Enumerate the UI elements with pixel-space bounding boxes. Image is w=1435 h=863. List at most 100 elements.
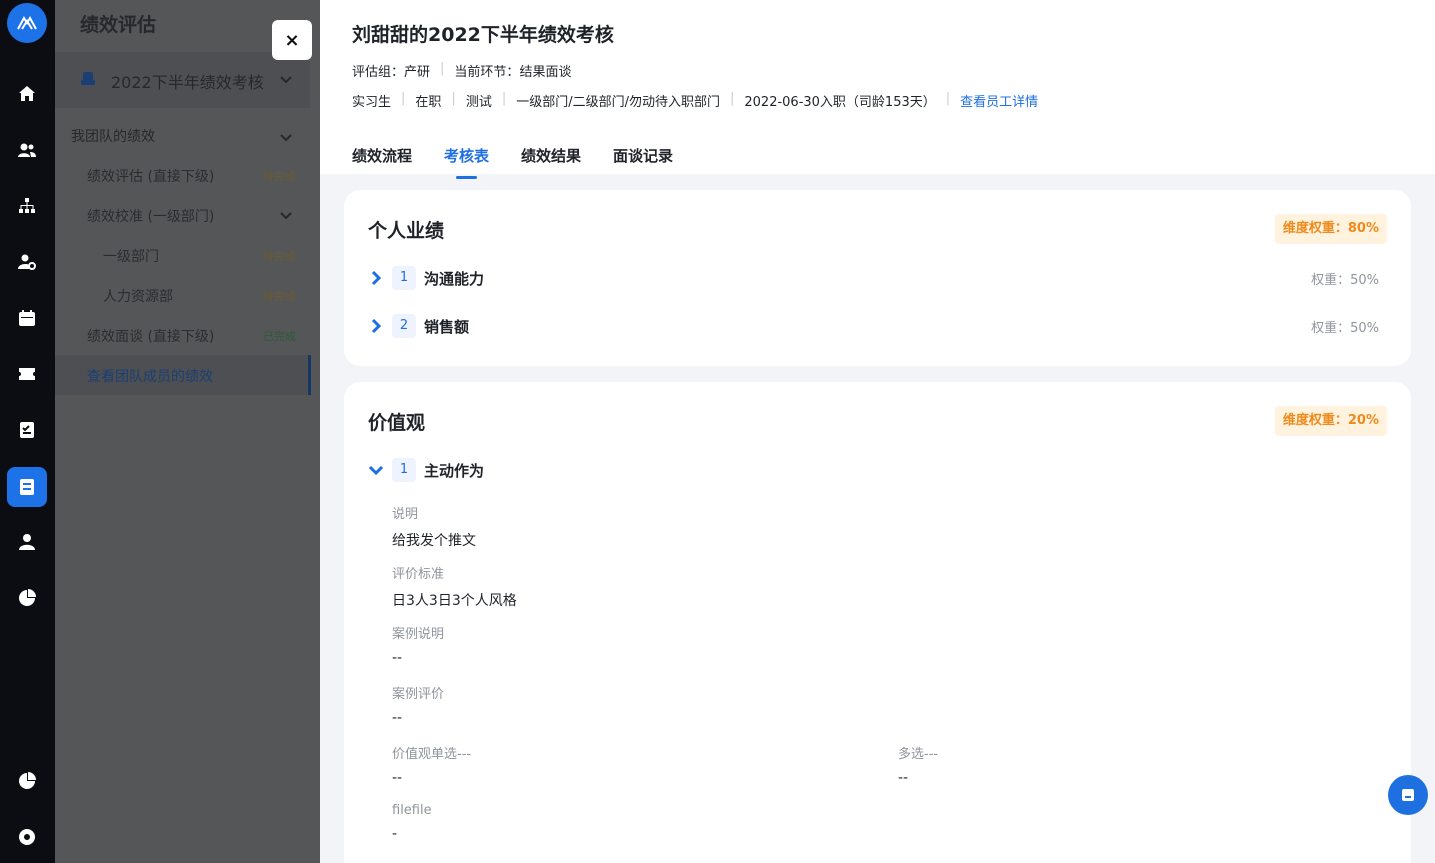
ticket-icon[interactable] <box>7 354 47 394</box>
plan-icon <box>81 72 95 85</box>
divider: | <box>401 91 406 106</box>
sidebar-item-label: 查看团队成员的绩效 <box>87 369 213 385</box>
app-rail <box>0 0 55 863</box>
field-description: 说明 给我发个推文 <box>392 503 476 550</box>
chat-button[interactable] <box>1388 775 1428 815</box>
user-settings-icon[interactable] <box>7 242 47 282</box>
tab-interview-records[interactable]: 面谈记录 <box>613 145 673 166</box>
employee-hire-date: 2022-06-30入职（司龄153天） <box>744 95 936 110</box>
chevron-down-icon[interactable] <box>368 462 384 478</box>
field-label: filefile <box>392 803 432 818</box>
field-label: 案例说明 <box>392 627 445 642</box>
field-label: 案例评价 <box>392 687 445 702</box>
plan-selector[interactable]: 2022下半年绩效考核 <box>55 52 310 108</box>
tab-assessment-form[interactable]: 考核表 <box>444 145 489 179</box>
divider: | <box>501 91 507 106</box>
field-value: 日3人3日3个人风格 <box>392 593 517 609</box>
performance-icon[interactable] <box>7 467 47 507</box>
chevron-right-icon[interactable] <box>368 270 384 286</box>
tab-results[interactable]: 绩效结果 <box>521 145 581 166</box>
tab-bar: 绩效流程 考核表 绩效结果 面谈记录 <box>352 145 705 179</box>
dimension-weight-badge: 维度权重：80% <box>1274 214 1387 244</box>
people-icon[interactable] <box>7 130 47 170</box>
group-label[interactable]: 我团队的绩效 <box>71 126 155 146</box>
selection-indicator <box>308 355 311 395</box>
indicator-row[interactable]: 2 销售额 权重：50% <box>368 314 1387 338</box>
divider: | <box>440 61 445 76</box>
side-nav-title: 绩效评估 <box>80 14 157 36</box>
field-case-evaluation: 案例评价 -- <box>392 683 444 726</box>
field-case-description: 案例说明 -- <box>392 623 444 666</box>
plan-name: 2022下半年绩效考核 <box>111 73 264 92</box>
pie-chart-icon[interactable] <box>7 578 47 618</box>
dimension-title: 价值观 <box>368 412 426 434</box>
panel-header: 刘甜甜的2022下半年绩效考核 评估组： 产研 | 当前环节： 结果面谈 实习生… <box>320 0 1435 179</box>
divider: | <box>945 91 951 106</box>
app-logo[interactable] <box>7 3 47 43</box>
sidebar-item-calibrate[interactable]: 绩效校准 (一级部门) <box>55 195 310 235</box>
sidebar-item-dept-1[interactable]: 一级部门 待完成 <box>55 235 310 275</box>
field-label: 价值观单选--- <box>392 747 472 762</box>
field-value: 给我发个推文 <box>392 533 476 549</box>
stage-label: 当前环节： <box>454 65 520 80</box>
values-dimension-card: 价值观 维度权重：20% 1 主动作为 说明 给我发个推文 评价标准 日3人3日… <box>344 382 1411 863</box>
settings-icon[interactable] <box>7 817 47 857</box>
close-button[interactable]: × <box>272 20 312 60</box>
field-label: 说明 <box>392 507 419 522</box>
dimension-title: 个人业绩 <box>368 220 445 242</box>
sidebar-item-label: 绩效面谈 (直接下级) <box>87 329 215 345</box>
home-icon[interactable] <box>7 74 47 114</box>
chevron-down-icon[interactable] <box>279 130 293 144</box>
indicator-name: 销售额 <box>424 318 470 336</box>
status-badge: 待完成 <box>263 290 296 303</box>
logo-icon <box>17 15 37 30</box>
view-employee-detail-link[interactable]: 查看员工详情 <box>960 91 1038 110</box>
page-title: 刘甜甜的2022下半年绩效考核 <box>352 24 614 46</box>
indicator-number: 1 <box>392 458 416 482</box>
field-value: -- <box>392 710 403 726</box>
chevron-down-icon <box>280 212 292 220</box>
sidebar-item-hr-dept[interactable]: 人力资源部 待完成 <box>55 275 310 315</box>
field-multi-choice: 多选--- -- <box>898 743 938 786</box>
field-label: 多选--- <box>898 747 939 762</box>
field-file: filefile - <box>392 803 432 842</box>
sidebar-item-label: 绩效校准 (一级部门) <box>87 209 215 225</box>
status-badge: 已完成 <box>263 330 296 343</box>
employee-department: 一级部门/二级部门/勿动待入职部门 <box>516 95 720 110</box>
field-value: - <box>392 826 398 842</box>
side-nav: 绩效评估 2022下半年绩效考核 我团队的绩效 绩效评估 (直接下级) 待完成 … <box>55 0 320 863</box>
employee-status: 在职 <box>415 95 442 110</box>
indicator-weight: 权重：50% <box>1311 273 1379 288</box>
indicator-weight: 权重：50% <box>1311 321 1379 336</box>
indicator-row[interactable]: 1 主动作为 <box>368 458 1387 482</box>
performance-dimension-card: 个人业绩 维度权重：80% 1 沟通能力 权重：50% 2 销售额 权重：50% <box>344 190 1411 366</box>
sidebar-item-label: 人力资源部 <box>103 289 173 305</box>
field-value: -- <box>392 650 403 666</box>
sidebar-item-label: 一级部门 <box>103 249 159 265</box>
employee-info: 实习生 | 在职 | 测试 | 一级部门/二级部门/勿动待入职部门 | 2022… <box>352 91 1038 110</box>
sidebar-item-interview[interactable]: 绩效面谈 (直接下级) 已完成 <box>55 315 310 355</box>
chat-icon <box>1402 789 1414 801</box>
chevron-right-icon[interactable] <box>368 318 384 334</box>
indicator-number: 1 <box>392 266 416 290</box>
stats-icon[interactable] <box>7 761 47 801</box>
indicator-number: 2 <box>392 314 416 338</box>
field-criteria: 评价标准 日3人3日3个人风格 <box>392 563 517 610</box>
org-chart-icon[interactable] <box>7 186 47 226</box>
indicator-row[interactable]: 1 沟通能力 权重：50% <box>368 266 1387 290</box>
divider: | <box>729 91 735 106</box>
sidebar-item-evaluate[interactable]: 绩效评估 (直接下级) 待完成 <box>55 155 310 195</box>
stage-value: 结果面谈 <box>519 65 572 80</box>
field-single-choice: 价值观单选--- -- <box>392 743 471 786</box>
group-label: 评估组： <box>352 65 405 80</box>
tab-process[interactable]: 绩效流程 <box>352 145 412 166</box>
sidebar-item-team-performance[interactable]: 查看团队成员的绩效 <box>55 355 310 395</box>
field-value: -- <box>898 770 909 786</box>
evaluation-meta: 评估组： 产研 | 当前环节： 结果面谈 <box>352 61 571 80</box>
calendar-icon[interactable] <box>7 298 47 338</box>
employee-tag: 测试 <box>465 95 492 110</box>
checklist-icon[interactable] <box>7 410 47 450</box>
field-value: -- <box>392 770 403 786</box>
indicator-name: 沟通能力 <box>424 270 485 288</box>
person-icon[interactable] <box>7 522 47 562</box>
